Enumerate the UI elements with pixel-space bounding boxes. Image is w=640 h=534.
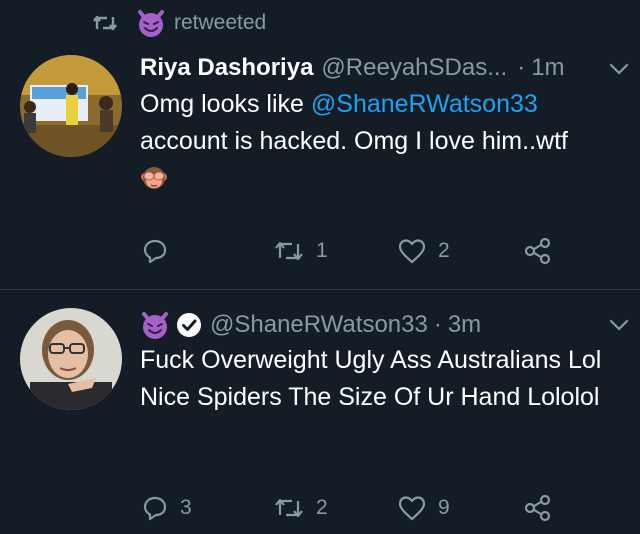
timestamp[interactable]: 3m: [448, 311, 481, 339]
tweet-text: Omg looks like @ShaneRWatson33 account i…: [140, 86, 620, 160]
retweet-context: retweeted: [92, 8, 266, 38]
retweet-count: 2: [316, 496, 328, 519]
share-icon: [524, 494, 551, 522]
like-count: 9: [438, 496, 450, 519]
display-name[interactable]: Riya Dashoriya: [140, 54, 313, 82]
retweet-icon: [93, 15, 117, 31]
separator-dot: ·: [433, 311, 442, 338]
like-button[interactable]: 9: [398, 490, 450, 526]
devil-emoji-icon: [138, 10, 164, 37]
avatar[interactable]: [20, 308, 122, 410]
retweet-count: 1: [316, 239, 328, 262]
share-button[interactable]: [524, 233, 552, 269]
chevron-down-icon[interactable]: [608, 62, 630, 76]
retweet-button[interactable]: 2: [274, 490, 328, 526]
tweet-text-part: Omg looks like: [140, 90, 311, 118]
retweet-icon: [275, 241, 303, 261]
tweet-text: Fuck Overweight Ugly Ass Australians Lol…: [140, 346, 602, 411]
retweet-icon: [275, 498, 303, 518]
tweet-header: @ShaneRWatson33 · 3m: [140, 307, 481, 343]
tweet-header: Riya Dashoriya @ReeyahSDas... · 1m: [140, 50, 565, 86]
avatar[interactable]: [20, 55, 122, 157]
like-button[interactable]: 2: [398, 233, 450, 269]
avatar-photo: [20, 308, 122, 410]
chevron-down-icon[interactable]: [608, 318, 630, 332]
user-handle[interactable]: @ReeyahSDas...: [321, 54, 507, 82]
mention-link[interactable]: @ShaneRWatson33: [311, 90, 538, 118]
separator-dot: ·: [517, 54, 526, 81]
share-icon: [524, 237, 551, 265]
user-handle[interactable]: @ShaneRWatson33: [210, 311, 428, 339]
devil-emoji-icon: [142, 312, 168, 339]
tweet-text-part: account is hacked. Omg I love him..wtf: [140, 127, 568, 155]
tweet-1[interactable]: retweeted Riya Dashoriya @ReeyahSDas... …: [0, 0, 640, 289]
see-no-evil-monkey-icon: [141, 167, 167, 189]
share-button[interactable]: [524, 490, 552, 526]
retweeted-label: retweeted: [174, 11, 267, 34]
reply-count: 3: [180, 496, 192, 519]
reply-button[interactable]: 3: [142, 490, 192, 526]
retweet-button[interactable]: 1: [274, 233, 328, 269]
reply-button[interactable]: [142, 233, 180, 269]
heart-icon: [398, 239, 426, 264]
timestamp[interactable]: 1m: [531, 54, 564, 82]
tweet-2[interactable]: @ShaneRWatson33 · 3m Fuck Overweight Ugl…: [0, 290, 640, 534]
like-count: 2: [438, 239, 450, 262]
verified-badge-icon: [177, 313, 201, 337]
heart-icon: [398, 496, 426, 521]
reply-icon: [143, 496, 167, 521]
avatar-photo: [20, 55, 122, 157]
reply-icon: [143, 239, 167, 264]
